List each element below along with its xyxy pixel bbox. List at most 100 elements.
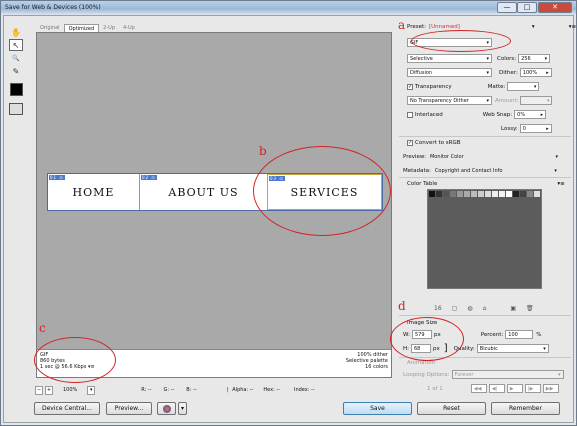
color-swatch[interactable] [471,191,477,197]
dither-amount-field[interactable]: 100% ▸ [519,68,552,77]
divider [399,315,571,316]
color-table-label: Color Table [407,181,438,187]
slice-tag: 02 ⊡ [141,175,157,180]
color-swatch[interactable] [485,191,491,197]
animation-label: Animation [407,360,436,366]
toggle-slices-visibility-button[interactable] [9,103,23,115]
color-table-menu-icon[interactable]: ▾≡ [557,181,564,187]
color-swatches [429,191,540,197]
convert-srgb-checkbox[interactable]: ✓ [407,140,413,146]
zoom-icon[interactable]: 🔍 [9,52,23,64]
quality-select[interactable]: Bicubic ▾ [476,344,549,353]
color-swatch[interactable] [492,191,498,197]
eyedropper-icon[interactable]: ✎ [9,65,23,77]
metadata-select[interactable]: Copyright and Contact Info ▾ [433,166,559,175]
annotation-letter-b: b [259,144,267,158]
chevron-down-icon: ▾ [555,153,558,160]
lossy-label: Lossy: [501,125,518,132]
remember-button[interactable]: Remember [491,402,560,415]
zoom-level[interactable]: 100% [63,387,77,393]
color-swatch[interactable] [527,191,533,197]
percent-value: 100 [508,331,518,338]
next-frame-button[interactable]: |▶ [524,384,541,393]
transparency-dither-select[interactable]: No Transparency Dither ▾ [407,96,492,105]
color-swatch[interactable] [436,191,442,197]
color-swatch[interactable] [478,191,484,197]
last-frame-button[interactable]: ▶▶ [542,384,559,393]
quality-value: Bicubic [479,345,498,352]
preview-select[interactable]: Monitor Color ▾ [428,152,560,161]
window-title: Save for Web & Devices (100%) [5,4,101,11]
color-swatch[interactable] [450,191,456,197]
play-button[interactable]: ▶ [506,384,523,393]
chevron-down-icon: ▾ [533,83,537,90]
device-central-button[interactable]: Device Central... [34,402,100,415]
colors-value: 256 [521,55,531,62]
percent-label: Percent: [480,331,504,338]
lossy-field[interactable]: 0 ▸ [519,124,552,133]
previous-frame-button[interactable]: ◀| [488,384,505,393]
color-reduction-select[interactable]: Selective ▾ [407,54,492,63]
annotation-circle-b [253,146,391,236]
save-button[interactable]: Save [343,402,412,415]
color-swatch[interactable] [513,191,519,197]
color-swatch[interactable] [506,191,512,197]
web-snap-label: Web Snap: [482,111,513,118]
transparency-dither-value: No Transparency Dither [410,97,469,104]
panel-menu-icon[interactable]: ▾≡ [569,24,576,30]
color-swatch[interactable] [534,191,540,197]
browser-icon[interactable] [157,402,176,415]
color-swatch[interactable] [457,191,463,197]
browser-menu-chevron-down-icon[interactable]: ▾ [178,402,187,415]
zoom-in-icon[interactable]: + [45,385,53,395]
color-swatch[interactable] [464,191,470,197]
title-bar: Save for Web & Devices (100%) — □ ✕ [1,1,576,15]
percent-field[interactable]: 100 [505,330,534,339]
color-swatch[interactable] [499,191,505,197]
reset-button[interactable]: Reset [417,402,486,415]
matte-select[interactable]: ▾ [507,82,540,91]
chevron-down-icon[interactable]: ▾ [87,385,96,395]
nav-label: HOME [72,185,115,199]
lossy-value: 0 [522,125,526,132]
close-button[interactable]: ✕ [538,2,572,13]
web-snap-field[interactable]: 0% ▸ [514,110,547,119]
lock-color-icon[interactable]: ⌂ [483,305,487,312]
hand-icon[interactable]: ✋ [9,26,23,38]
color-table[interactable] [427,189,542,289]
dither-algorithm-select[interactable]: Diffusion ▾ [407,68,492,77]
color-swatch[interactable] [429,191,435,197]
maximize-button[interactable]: □ [517,2,537,13]
index-readout: Index: -- [293,387,315,393]
transparency-checkbox[interactable]: ✓ [407,83,413,90]
annotation-circle-d [390,317,464,361]
amount-label: Amount: [495,97,519,104]
preview-button[interactable]: Preview... [106,402,152,415]
color-swatch[interactable] [520,191,526,197]
chevron-down-icon[interactable]: ▾ [532,24,535,30]
annotation-circle-c [34,337,116,383]
annotation-letter-a: a [398,18,406,32]
slice-select-icon[interactable]: ↖ [9,39,23,51]
trash-icon[interactable]: 🗑 [526,305,534,312]
color-count-label: 16 [434,305,442,312]
browser-globe-icon [162,404,171,413]
chevron-down-icon: ▾ [546,97,550,104]
web-shift-icon[interactable]: ◍ [467,305,472,312]
nav-item-home[interactable]: 01 ⊡ HOME [48,174,139,210]
color-swatch[interactable] [443,191,449,197]
first-frame-button[interactable]: ◀◀ [470,384,487,393]
zoom-out-icon[interactable]: − [35,385,43,395]
add-color-icon[interactable]: ▣ [510,305,516,312]
map-transparent-icon[interactable]: ▢ [452,305,458,312]
green-readout: G: -- [163,387,175,393]
nav-item-about-us[interactable]: 02 ⊡ ABOUT US [139,174,267,210]
interlaced-checkbox[interactable] [407,111,413,118]
annotation-letter-d: d [398,299,406,313]
tool-column: ✋ ↖ 🔍 ✎ [9,25,27,115]
minimize-button[interactable]: — [497,2,517,13]
colors-select[interactable]: 256 ▾ [518,54,551,63]
chevron-down-icon: ▾ [486,69,489,76]
chevron-down-icon: ▾ [486,55,489,62]
eyedropper-color-swatch[interactable] [10,83,23,96]
